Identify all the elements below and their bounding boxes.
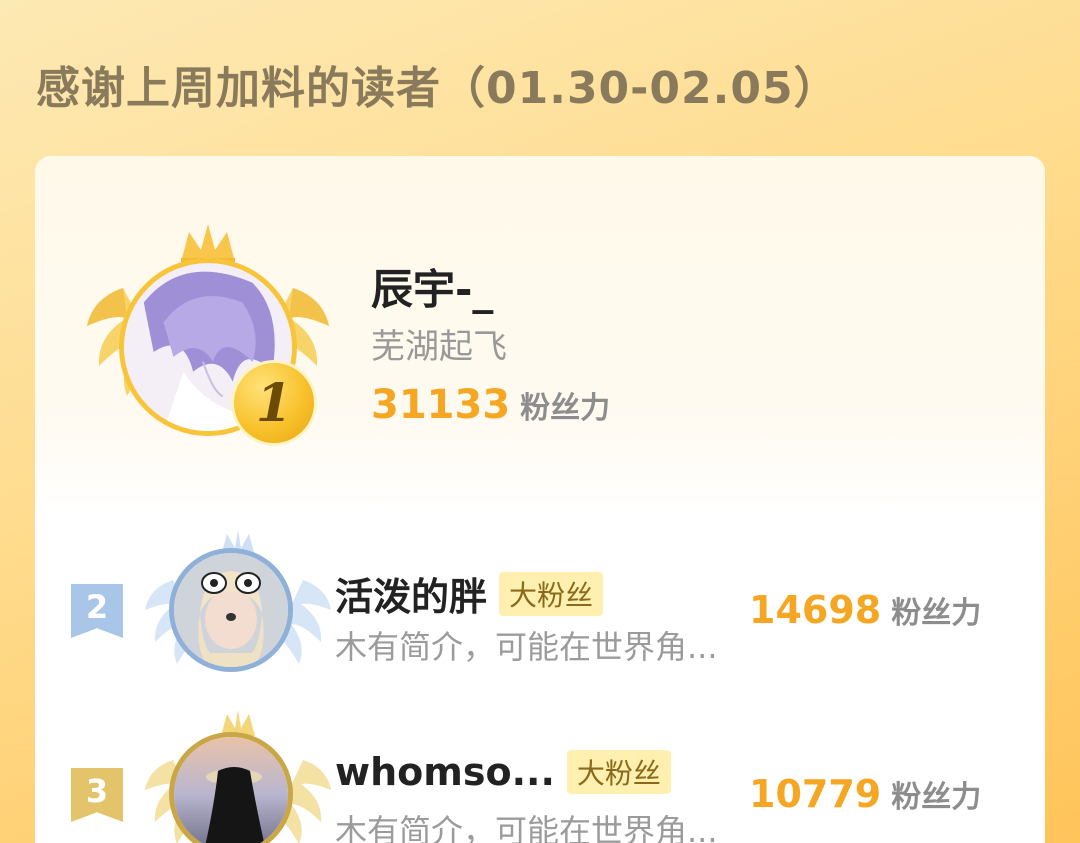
reader-name[interactable]: 活泼的胖	[335, 566, 487, 621]
list-item[interactable]: 2 活泼的胖 大粉丝 木有简介，可能在世界角... 14698 粉丝力	[35, 522, 1045, 692]
reader-name[interactable]: whomso...	[335, 750, 555, 794]
page: 感谢上周加料的读者（01.30-02.05） 1 辰宇-_ 芜湖起飞 31133…	[0, 0, 1080, 843]
avatar-image	[174, 737, 288, 843]
rank-1-coin: 1	[231, 360, 317, 446]
avatar[interactable]	[169, 548, 293, 672]
top-reader-section[interactable]: 1 辰宇-_ 芜湖起飞 31133 粉丝力	[35, 156, 1045, 514]
score-unit: 粉丝力	[891, 596, 982, 631]
score-value: 10779	[749, 772, 882, 816]
fan-level-badge: 大粉丝	[566, 750, 671, 794]
leaderboard-card: 1 辰宇-_ 芜湖起飞 31133 粉丝力 2 活泼的胖 大粉丝 木有简介，可能…	[35, 156, 1045, 843]
rank-tag: 2	[71, 584, 123, 638]
reader-description: 木有简介，可能在世界角...	[335, 628, 718, 666]
top-reader-subtitle: 芜湖起飞	[371, 327, 507, 367]
page-title: 感谢上周加料的读者（01.30-02.05）	[36, 63, 839, 114]
fan-level-badge: 大粉丝	[499, 571, 604, 616]
list-item[interactable]: 3 whomso... 大粉丝 木有简介，可能在世界角... 10779 粉丝力	[35, 706, 1045, 843]
score-value: 31133	[371, 382, 511, 428]
reader-score: 14698 粉丝力	[749, 588, 981, 632]
rank-tag: 3	[71, 768, 123, 822]
score-value: 14698	[749, 588, 882, 632]
top-reader-name[interactable]: 辰宇-_	[371, 256, 493, 317]
avatar-image	[174, 553, 288, 667]
score-unit: 粉丝力	[891, 780, 982, 815]
row-name-line: whomso... 大粉丝	[335, 750, 671, 794]
reader-description: 木有简介，可能在世界角...	[335, 812, 718, 843]
row-name-line: 活泼的胖 大粉丝	[335, 566, 604, 621]
top-reader-score: 31133 粉丝力	[371, 382, 610, 428]
reader-score: 10779 粉丝力	[749, 772, 981, 816]
score-unit: 粉丝力	[520, 391, 611, 426]
